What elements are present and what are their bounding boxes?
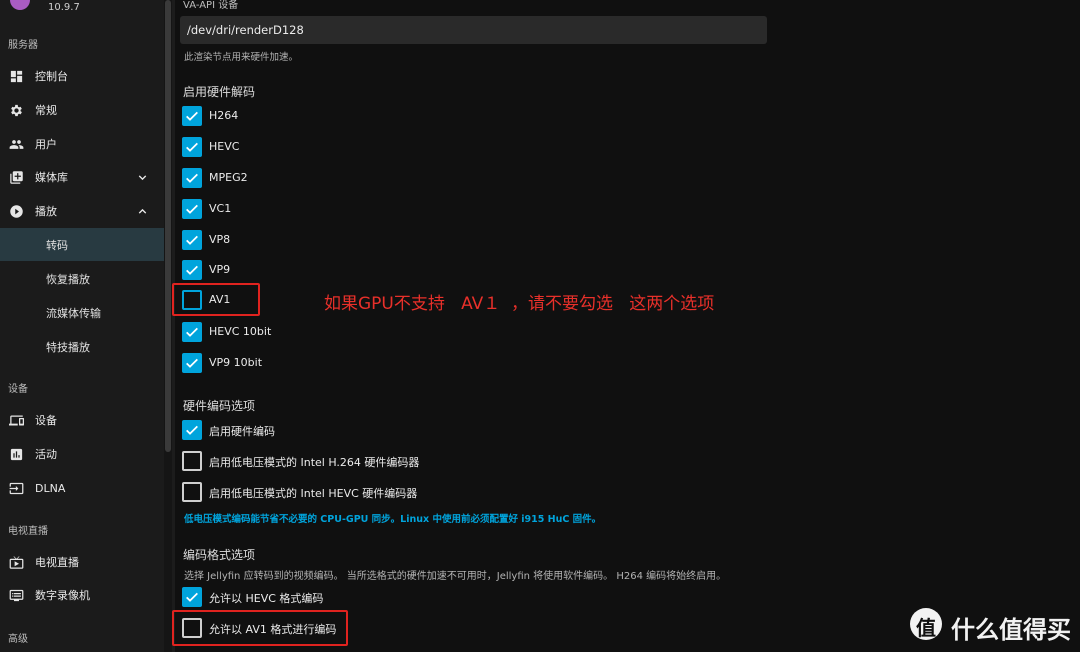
sidebar-item-label: 电视直播 <box>35 556 79 569</box>
chevron-down-icon <box>138 175 147 181</box>
assessment-icon <box>10 448 23 461</box>
watermark-logo-mark: 值 <box>916 616 936 640</box>
sidebar-item-label: 常规 <box>35 104 57 117</box>
decode-codec-label: VP9 10bit <box>209 356 263 369</box>
checkmark-icon <box>186 265 198 275</box>
vaapi-device-label: VA-API 设备 <box>183 0 239 11</box>
decode-codec-checkbox[interactable] <box>182 260 202 280</box>
sidebar-item-label: 流媒体传输 <box>46 306 101 320</box>
sidebar-scrollbar-thumb[interactable] <box>165 0 171 452</box>
av1-encode-highlight-box <box>172 610 348 646</box>
checkmark-icon <box>186 204 198 214</box>
sidebar-item-label: 转码 <box>46 238 68 252</box>
sidebar-item-users[interactable]: 用户 <box>0 129 164 159</box>
vaapi-device-help: 此渲染节点用来硬件加速。 <box>184 52 299 63</box>
library-add-icon <box>10 171 23 184</box>
gear-icon <box>11 104 22 117</box>
encoding-format-help: 选择 Jellyfin 应转码到的视频编码。 当所选格式的硬件加速不可用时，Je… <box>184 571 727 582</box>
sidebar-section-livetv: 电视直播 <box>8 526 48 537</box>
sidebar-item-label: 媒体库 <box>35 171 68 184</box>
decode-codec-label: MPEG2 <box>209 171 248 184</box>
live-tv-icon <box>9 556 24 569</box>
encode-option-checkbox[interactable] <box>182 420 202 440</box>
decode-codec-checkbox[interactable] <box>182 168 202 188</box>
hardware-decoding-heading: 启用硬件解码 <box>183 85 256 99</box>
vaapi-device-input[interactable]: /dev/dri/renderD128 <box>180 16 767 44</box>
av1-decode-highlight-box <box>172 283 260 316</box>
decode-codec-checkbox[interactable] <box>182 199 202 219</box>
checkmark-icon <box>186 358 198 368</box>
decode-codec-label: HEVC 10bit <box>209 325 272 338</box>
checkmark-icon <box>186 592 198 602</box>
sidebar-item-libraries[interactable]: 媒体库 <box>0 162 164 192</box>
sidebar-item-dashboard[interactable]: 控制台 <box>0 61 164 91</box>
input-icon <box>9 482 24 495</box>
sidebar-item-label: 用户 <box>35 138 57 151</box>
low-power-note: 低电压模式编码能节省不必要的 CPU-GPU 同步。Linux 中使用前必须配置… <box>184 514 602 525</box>
encoding-format-heading: 编码格式选项 <box>183 548 256 562</box>
sidebar-subitem-transcoding[interactable]: 转码 <box>0 228 164 261</box>
checkmark-icon <box>186 111 198 121</box>
dashboard-icon <box>10 70 23 83</box>
users-icon <box>9 140 24 149</box>
sidebar-item-label: DLNA <box>35 481 66 495</box>
sidebar-item-label: 特技播放 <box>46 340 90 354</box>
sidebar-subitem-streaming[interactable]: 流媒体传输 <box>0 296 164 329</box>
decode-codec-checkbox[interactable] <box>182 106 202 126</box>
chevron-up-icon <box>138 208 147 214</box>
sidebar-subitem-trickplay[interactable]: 特技播放 <box>0 330 164 363</box>
annotation-text: 如果GPU不支持 AV１ ，请不要勾选 这两个选项 <box>324 294 715 314</box>
app-version: 10.9.7 <box>48 2 80 13</box>
sidebar-item-livetv[interactable]: 电视直播 <box>0 547 164 577</box>
watermark-logo-icon: 值 <box>910 608 942 640</box>
decode-codec-label: VP9 <box>209 263 231 276</box>
watermark-text: 什么值得买 <box>951 616 1071 644</box>
decode-codec-checkbox[interactable] <box>182 230 202 250</box>
hardware-encoding-heading: 硬件编码选项 <box>183 399 256 413</box>
vaapi-device-value: /dev/dri/renderD128 <box>187 23 304 37</box>
sidebar-item-label: 活动 <box>35 448 57 461</box>
sidebar-item-label: 控制台 <box>35 70 68 83</box>
format-option-checkbox[interactable] <box>182 587 202 607</box>
dvr-icon <box>9 589 24 602</box>
encode-option-label: 启用硬件编码 <box>209 425 275 438</box>
checkmark-icon <box>186 425 198 435</box>
decode-codec-checkbox[interactable] <box>182 353 202 373</box>
sidebar-subitem-resume[interactable]: 恢复播放 <box>0 262 164 295</box>
sidebar-item-dvr[interactable]: 数字录像机 <box>0 580 164 610</box>
sidebar-section-server: 服务器 <box>8 40 38 51</box>
sidebar-item-devices[interactable]: 设备 <box>0 405 164 435</box>
encode-option-label: 启用低电压模式的 Intel H.264 硬件编码器 <box>209 456 420 469</box>
play-circle-icon <box>10 205 23 218</box>
sidebar-section-advanced: 高级 <box>8 634 28 645</box>
decode-codec-checkbox[interactable] <box>182 322 202 342</box>
sidebar-item-label: 数字录像机 <box>35 589 90 602</box>
decode-codec-label: VP8 <box>209 233 231 246</box>
sidebar-item-activity[interactable]: 活动 <box>0 439 164 469</box>
sidebar-item-general[interactable]: 常规 <box>0 95 164 125</box>
format-option-label: 允许以 HEVC 格式编码 <box>209 592 324 605</box>
encode-option-label: 启用低电压模式的 Intel HEVC 硬件编码器 <box>209 487 418 500</box>
decode-codec-label: H264 <box>209 109 239 122</box>
devices-icon <box>9 415 24 426</box>
encode-option-checkbox[interactable] <box>182 482 202 502</box>
decode-codec-checkbox[interactable] <box>182 137 202 157</box>
checkmark-icon <box>186 327 198 337</box>
decode-codec-label: VC1 <box>209 202 232 215</box>
sidebar-section-devices: 设备 <box>8 384 28 395</box>
sidebar-item-label: 恢复播放 <box>46 272 90 286</box>
sidebar-item-label: 设备 <box>35 414 57 427</box>
checkmark-icon <box>186 142 198 152</box>
checkmark-icon <box>186 235 198 245</box>
sidebar-item-playback[interactable]: 播放 <box>0 196 164 226</box>
checkmark-icon <box>186 173 198 183</box>
decode-codec-label: HEVC <box>209 140 240 153</box>
content-scrollbar[interactable] <box>172 0 175 652</box>
encode-option-checkbox[interactable] <box>182 451 202 471</box>
sidebar-item-dlna[interactable]: DLNA <box>0 473 164 503</box>
sidebar-item-label: 播放 <box>35 205 57 218</box>
